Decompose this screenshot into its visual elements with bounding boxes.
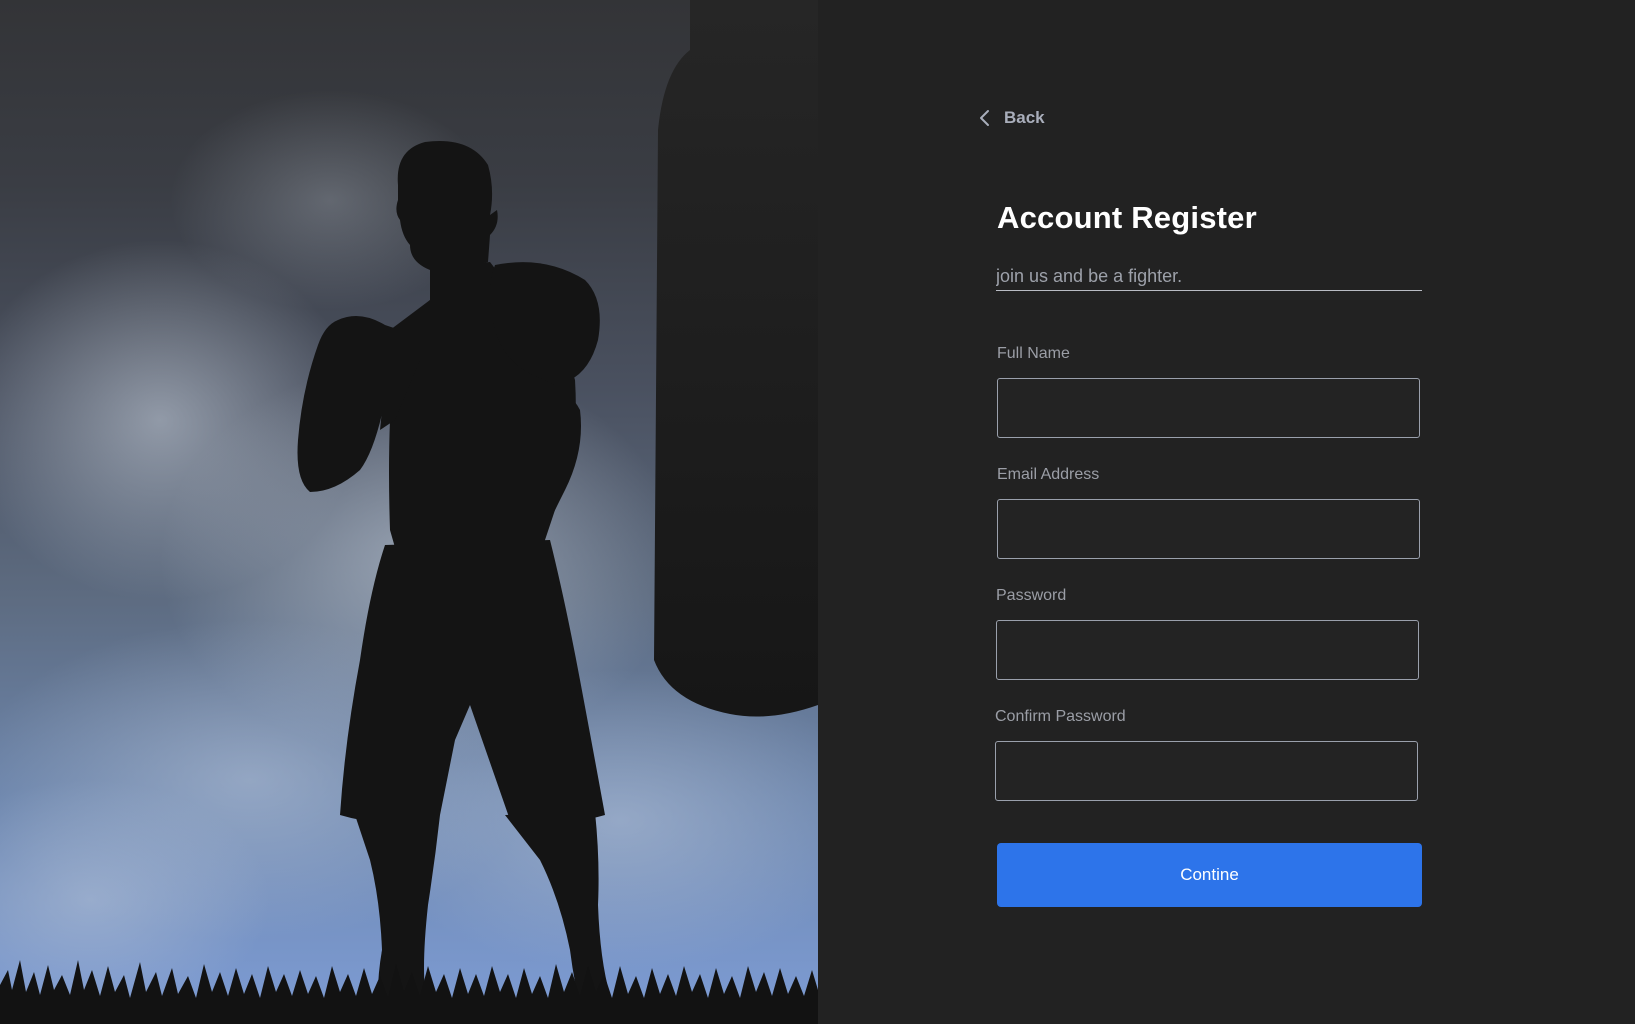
register-page: Back Account Register Full Name Email Ad… (0, 0, 1635, 1024)
confirm-password-input[interactable] (995, 741, 1418, 801)
tagline-input[interactable] (996, 262, 1422, 291)
boxer-silhouette-image (0, 0, 818, 1024)
page-title: Account Register (997, 200, 1257, 235)
confirm-password-label: Confirm Password (995, 708, 1126, 725)
chevron-left-icon (978, 108, 992, 128)
continue-button[interactable]: Contine (997, 843, 1422, 907)
full-name-label: Full Name (997, 345, 1070, 362)
email-input[interactable] (997, 499, 1420, 559)
full-name-input[interactable] (997, 378, 1420, 438)
register-form-panel: Back Account Register Full Name Email Ad… (818, 0, 1635, 1024)
back-label: Back (1004, 108, 1045, 127)
email-label: Email Address (997, 466, 1100, 483)
back-button[interactable]: Back (978, 108, 1045, 128)
password-input[interactable] (996, 620, 1419, 680)
password-label: Password (996, 587, 1067, 604)
